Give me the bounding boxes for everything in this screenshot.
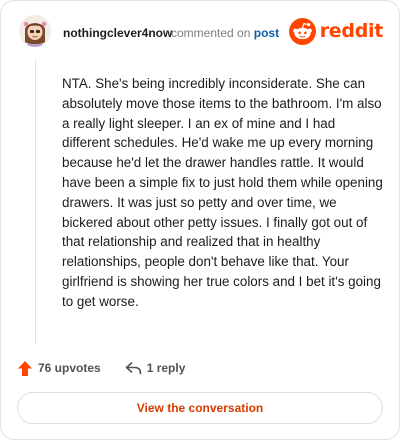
upvote-arrow-icon (18, 360, 32, 376)
avatar[interactable] (19, 15, 51, 47)
comment-embed-card: nothingclever4now commented on post redd… (0, 0, 400, 440)
reply-button[interactable]: 1 reply (125, 361, 186, 375)
thread-line (35, 59, 36, 344)
upvote-button[interactable]: 76 upvotes (17, 360, 101, 377)
username-link[interactable]: nothingclever4now (63, 26, 172, 40)
reply-count: 1 reply (146, 361, 186, 375)
comment-actions: 76 upvotes 1 reply (17, 357, 185, 379)
reddit-logo-icon (288, 17, 316, 45)
reddit-brand[interactable]: reddit (288, 15, 384, 47)
upvote-count: 76 upvotes (38, 361, 101, 375)
comment-body: NTA. She's being incredibly inconsiderat… (62, 76, 383, 309)
reply-arrow-icon (125, 362, 142, 375)
action-text: commented on (171, 26, 251, 40)
comment-meta: commented on post (171, 26, 279, 40)
view-conversation-button[interactable]: View the conversation (17, 392, 383, 424)
view-conversation-label: View the conversation (136, 401, 264, 415)
brand-wordmark: reddit (319, 20, 384, 42)
comment-header: nothingclever4now commented on post redd… (19, 15, 383, 51)
post-link[interactable]: post (254, 26, 279, 40)
